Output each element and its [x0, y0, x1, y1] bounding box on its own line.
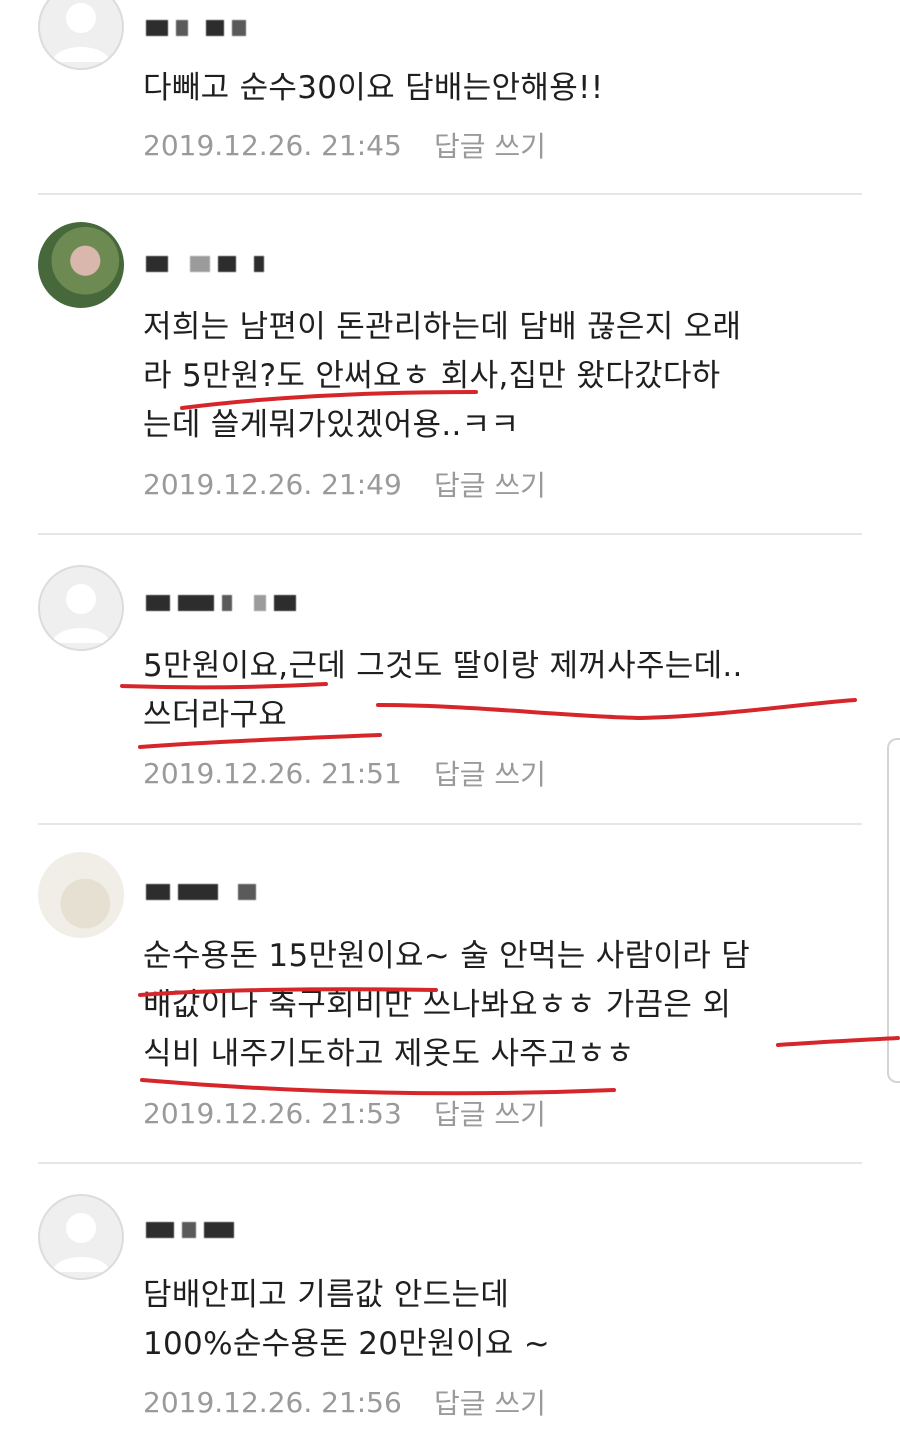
comment-date: 2019.12.26. 21:45 [143, 128, 402, 162]
scrollbar[interactable] [887, 738, 900, 1083]
comment-line: 라 5만원?도 안써요ㅎ 회사,집만 왔다갔다하 [143, 358, 721, 394]
divider [38, 193, 862, 195]
comment-meta: 2019.12.26. 21:49 답글 쓰기 [143, 464, 546, 504]
blurred-profile-photo[interactable] [38, 222, 124, 308]
default-profile-icon[interactable] [38, 0, 124, 70]
comment-line: 는데 쓸게뭐가있겠어용..ㅋㅋ [143, 407, 520, 443]
comment-text: 순수용돈 15만원이요~ 술 안먹는 사람이라 담 배값이나 축구회비만 쓰나봐… [143, 932, 843, 1079]
comment-line: 배값이나 축구회비만 쓰나봐요ㅎㅎ 가끔은 외 [143, 987, 732, 1023]
comment-line: 다빼고 순수30이요 담배는안해용!! [143, 70, 604, 106]
blurred-nickname[interactable] [146, 1213, 234, 1247]
blurred-nickname[interactable] [146, 586, 296, 620]
comment-line: 5만원이요,근데 그것도 딸이랑 제꺼사주는데.. [143, 648, 743, 684]
comment-line: 쓰더라구요 [143, 697, 288, 733]
comment-date: 2019.12.26. 21:53 [143, 1096, 402, 1130]
comment-line: 담배안피고 기름값 안드는데 [143, 1277, 510, 1313]
reply-link[interactable]: 답글 쓰기 [434, 753, 546, 793]
comment-text: 담배안피고 기름값 안드는데 100%순수용돈 20만원이요 ~ [143, 1271, 843, 1369]
divider [38, 1162, 862, 1164]
comment-line: 식비 내주기도하고 제옷도 사주고ㅎㅎ [143, 1036, 635, 1072]
reply-link[interactable]: 답글 쓰기 [434, 464, 546, 504]
reply-link[interactable]: 답글 쓰기 [434, 125, 546, 165]
comment-text: 저희는 남편이 돈관리하는데 담배 끊은지 오래 라 5만원?도 안써요ㅎ 회사… [143, 303, 843, 450]
comment-meta: 2019.12.26. 21:56 답글 쓰기 [143, 1382, 546, 1422]
default-profile-icon[interactable] [38, 1194, 124, 1280]
reply-link[interactable]: 답글 쓰기 [434, 1382, 546, 1422]
reply-link[interactable]: 답글 쓰기 [434, 1093, 546, 1133]
comment-date: 2019.12.26. 21:56 [143, 1385, 402, 1419]
divider [38, 533, 862, 535]
comment-meta: 2019.12.26. 21:51 답글 쓰기 [143, 753, 546, 793]
comment-date: 2019.12.26. 21:49 [143, 467, 402, 501]
blurred-nickname[interactable] [146, 875, 256, 909]
comment-text: 5만원이요,근데 그것도 딸이랑 제꺼사주는데.. 쓰더라구요 [143, 642, 843, 740]
blurred-profile-photo[interactable] [38, 852, 124, 938]
comment-meta: 2019.12.26. 21:45 답글 쓰기 [143, 125, 546, 165]
comment-line: 100%순수용돈 20만원이요 ~ [143, 1326, 551, 1362]
comment-list: 다빼고 순수30이요 담배는안해용!! 2019.12.26. 21:45 답글… [0, 0, 900, 1440]
blurred-nickname[interactable] [146, 11, 246, 45]
default-profile-icon[interactable] [38, 565, 124, 651]
comment-date: 2019.12.26. 21:51 [143, 756, 402, 790]
comment-text: 다빼고 순수30이요 담배는안해용!! [143, 64, 843, 113]
comment-line: 순수용돈 15만원이요~ 술 안먹는 사람이라 담 [143, 938, 751, 974]
comment-line: 저희는 남편이 돈관리하는데 담배 끊은지 오래 [143, 309, 742, 345]
blurred-nickname[interactable] [146, 247, 264, 281]
comment-meta: 2019.12.26. 21:53 답글 쓰기 [143, 1093, 546, 1133]
divider [38, 823, 862, 825]
